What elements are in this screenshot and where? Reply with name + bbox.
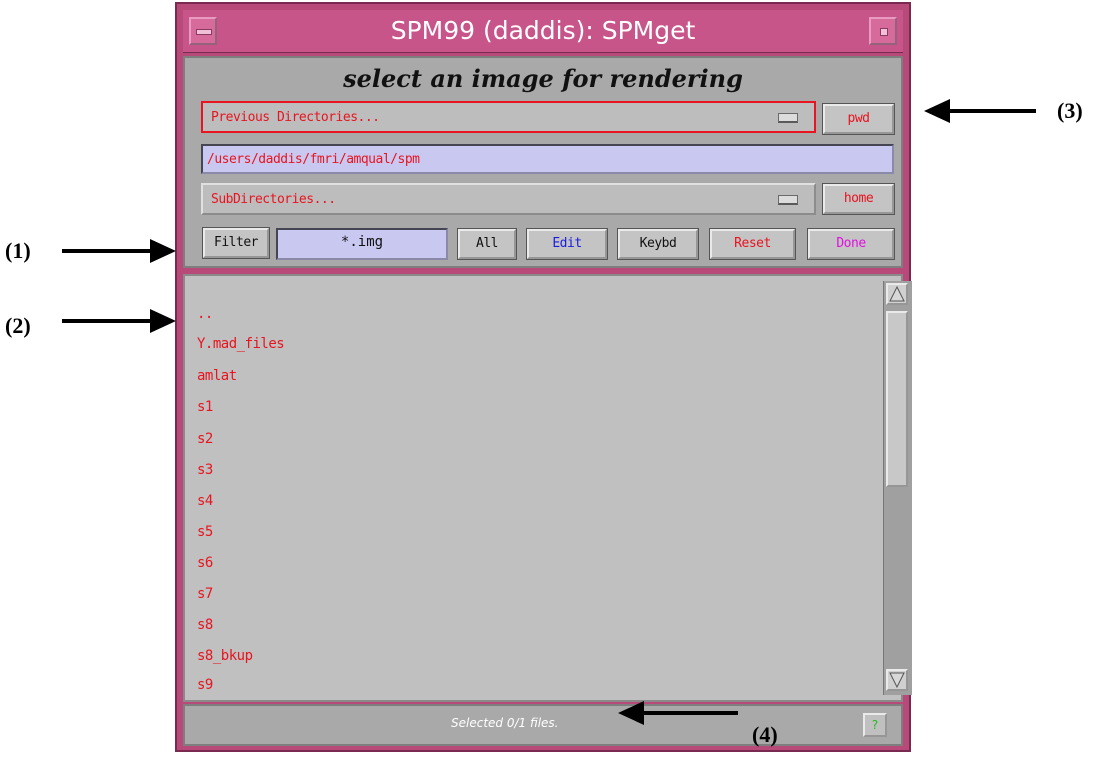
edit-button[interactable]: Edit	[526, 228, 608, 260]
list-item[interactable]: s8	[197, 617, 213, 633]
window-title: SPM99 (daddis): SPMget	[390, 16, 696, 45]
list-item[interactable]: s2	[197, 431, 213, 447]
home-button[interactable]: home	[822, 183, 895, 215]
directory-path-field[interactable]: /users/daddis/fmri/amqual/spm	[201, 144, 894, 174]
list-item[interactable]: s5	[197, 524, 213, 540]
list-item[interactable]: s6	[197, 555, 213, 571]
subdirectories-label: SubDirectories...	[211, 192, 336, 207]
previous-directories-label: Previous Directories...	[211, 110, 380, 125]
reset-button[interactable]: Reset	[709, 228, 796, 260]
list-item[interactable]: s4	[197, 493, 213, 509]
annotation-label-3: (3)	[1057, 98, 1083, 123]
all-button[interactable]: All	[457, 228, 517, 260]
list-item[interactable]: s9	[197, 677, 213, 693]
option-menu-indicator-icon	[778, 113, 798, 123]
option-menu-indicator-icon	[778, 195, 798, 205]
help-button[interactable]: ?	[863, 713, 887, 737]
directory-path-value: /users/daddis/fmri/amqual/spm	[207, 152, 420, 167]
list-item[interactable]: amlat	[197, 368, 237, 384]
annotation-label-2: (2)	[5, 313, 31, 338]
list-item[interactable]: s1	[197, 399, 213, 415]
arrow-icon	[618, 698, 738, 728]
keybd-button[interactable]: Keybd	[617, 228, 699, 260]
arrow-icon	[62, 236, 178, 266]
done-button[interactable]: Done	[807, 228, 895, 260]
file-list[interactable]	[183, 274, 903, 702]
list-item[interactable]: Y.mad_files	[197, 336, 285, 352]
annotation-label-1: (1)	[5, 238, 31, 263]
subdirectories-dropdown[interactable]: SubDirectories...	[201, 183, 816, 215]
arrow-icon	[924, 96, 1036, 126]
scrollbar-thumb[interactable]	[886, 311, 908, 487]
list-item[interactable]: s7	[197, 586, 213, 602]
maximize-icon[interactable]	[869, 17, 897, 45]
filter-input[interactable]: *.img	[276, 228, 448, 260]
scroll-up-arrow-icon[interactable]	[886, 283, 908, 305]
file-list-scrollbar[interactable]	[883, 281, 912, 695]
dialog-heading: select an image for rendering	[343, 64, 743, 93]
list-item[interactable]: ..	[197, 306, 213, 322]
arrow-icon	[62, 306, 178, 336]
list-item[interactable]: s8_bkup	[197, 648, 253, 664]
pwd-button[interactable]: pwd	[822, 103, 895, 135]
status-text: Selected 0/1 files.	[451, 716, 559, 730]
filter-button[interactable]: Filter	[202, 227, 270, 259]
title-bar[interactable]: SPM99 (daddis): SPMget	[183, 10, 903, 53]
status-bar: Selected 0/1 files. ?	[183, 704, 903, 746]
previous-directories-dropdown[interactable]: Previous Directories...	[201, 101, 816, 133]
scroll-down-arrow-icon[interactable]	[886, 669, 908, 691]
annotation-label-4: (4)	[752, 722, 778, 747]
list-item[interactable]: s3	[197, 462, 213, 478]
